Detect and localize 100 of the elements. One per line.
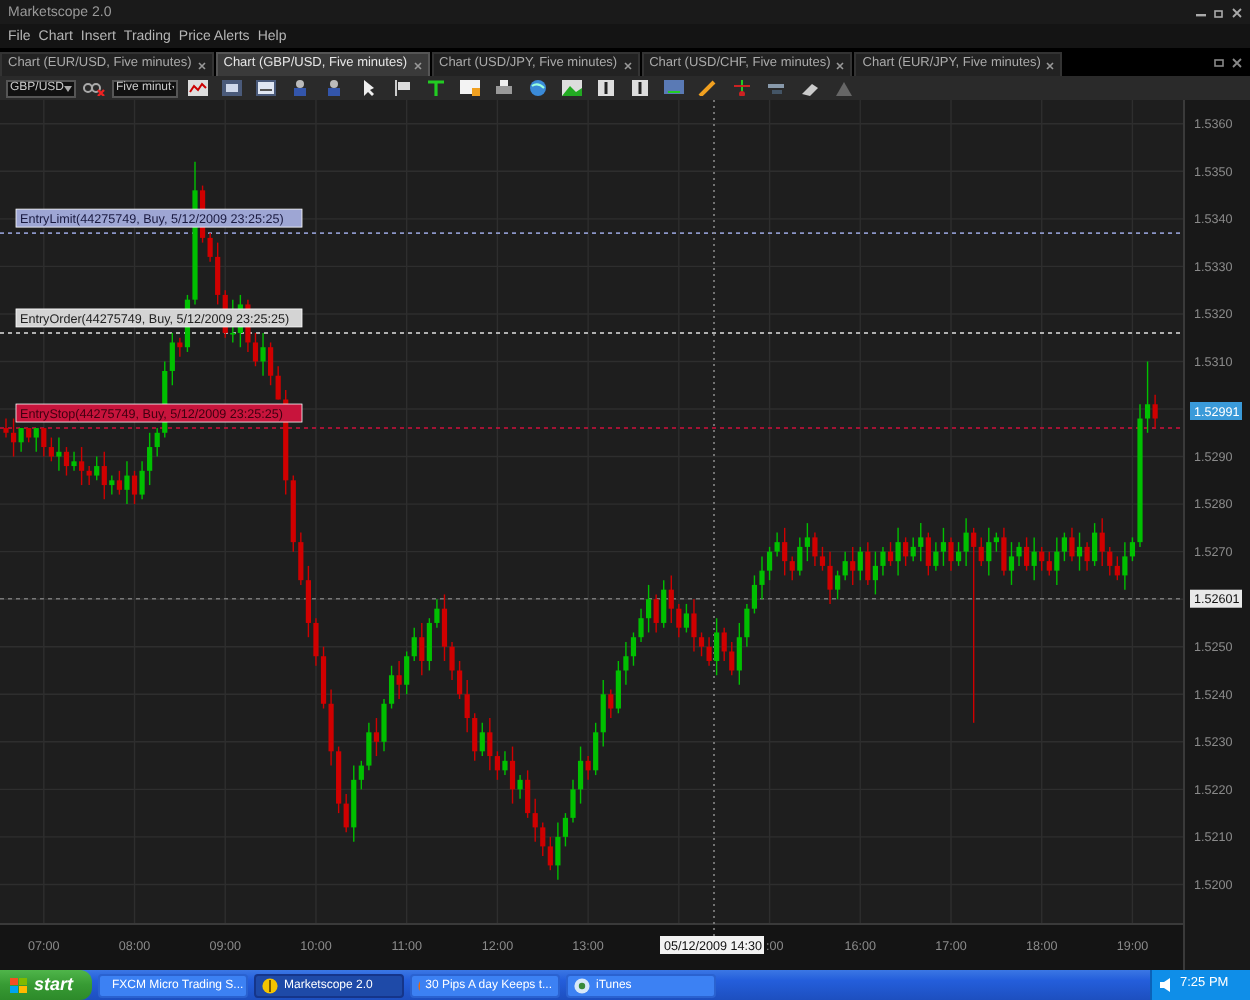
speaker-icon[interactable] [1160,978,1174,992]
candlestick [940,527,947,567]
candlestick [774,531,780,558]
candlestick [593,722,599,776]
candlestick [850,546,856,586]
candlestick [933,541,939,572]
candlestick [358,760,364,791]
candlestick [585,755,591,781]
candlestick [260,332,266,377]
candlestick [880,546,886,577]
candlestick [139,460,145,501]
candlestick [147,432,153,486]
close-icon[interactable] [1232,7,1242,17]
candlestick [721,627,727,662]
candlestick [124,460,130,505]
candlestick [986,527,992,577]
candlestick [782,527,788,577]
candlestick [517,774,523,800]
note-icon[interactable] [460,80,480,96]
candlestick [411,627,417,662]
cursor-bar-icon[interactable] [596,80,616,96]
t-bar-icon[interactable] [426,80,446,96]
candlestick [683,603,689,634]
candlestick [789,555,795,581]
close-icon[interactable] [413,61,421,69]
candlestick [955,541,962,567]
cursor-bar-icon[interactable] [630,80,650,96]
window-icon[interactable] [256,80,276,96]
candlestick [305,565,311,638]
restore-icon[interactable] [1214,7,1224,17]
candlestick [1001,527,1007,577]
close-icon[interactable] [836,61,845,69]
candlestick [1061,531,1067,562]
candlestick [1024,536,1030,572]
candlestick [729,641,735,676]
candlestick [343,793,349,833]
candlestick [1152,394,1158,429]
candlestick [94,455,100,482]
candlestick [434,598,440,629]
close-icon[interactable] [623,61,632,69]
candlestick [3,417,9,439]
candlestick [1016,541,1022,567]
candlestick [895,527,901,577]
start-button[interactable]: start [0,970,92,1000]
candlestick [570,779,576,824]
candlestick [207,232,213,263]
candlestick [1144,360,1151,434]
candlestick [215,241,221,306]
candlestick [525,769,531,819]
logo-icon [10,977,28,993]
candlestick [1076,531,1083,572]
figure-icon[interactable] [324,80,344,96]
candlestick [63,446,70,477]
candlestick [804,522,810,562]
candlestick [668,574,674,624]
candlestick [366,722,372,772]
candlestick [457,660,463,700]
candlestick [714,617,720,676]
pencil-icon[interactable] [698,80,718,96]
candlestick [661,579,667,629]
link-icon[interactable] [82,80,106,96]
candlestick [351,764,357,843]
candlestick [698,631,705,657]
candlestick [131,470,138,505]
candlestick [18,427,24,453]
music-icon [574,977,590,993]
candlestick [759,555,765,600]
candlestick [751,574,758,615]
cursor-icon[interactable] [358,80,378,96]
candlestick [1046,550,1052,577]
candlestick [797,536,803,577]
screen-icon[interactable] [664,80,684,96]
close-icon[interactable] [1232,58,1242,68]
line-chart-icon[interactable] [188,80,208,96]
candlestick [978,536,984,567]
restore-icon[interactable] [1214,58,1224,68]
candlestick [547,836,553,871]
candlestick [381,698,387,753]
candlestick [925,531,931,577]
candlestick [1054,536,1060,586]
close-icon[interactable] [1046,61,1055,69]
candlestick [827,550,833,605]
candlestick [1039,546,1045,572]
close-icon[interactable] [197,61,206,69]
candlestick [706,636,712,667]
candlestick [487,717,493,772]
candlestick [56,436,62,472]
candlestick [676,603,682,638]
window-icon[interactable] [222,80,242,96]
eraser-icon[interactable] [800,80,820,96]
candlestick [116,470,122,496]
triangle-icon[interactable] [834,80,854,96]
candlestick [109,474,115,496]
printer-icon[interactable] [494,80,514,96]
figure-icon[interactable] [290,80,310,96]
flag-icon[interactable] [392,80,412,96]
candlestick [1092,522,1098,567]
candlestick [41,427,47,458]
candlestick [1069,527,1075,562]
candlestick [404,650,410,695]
